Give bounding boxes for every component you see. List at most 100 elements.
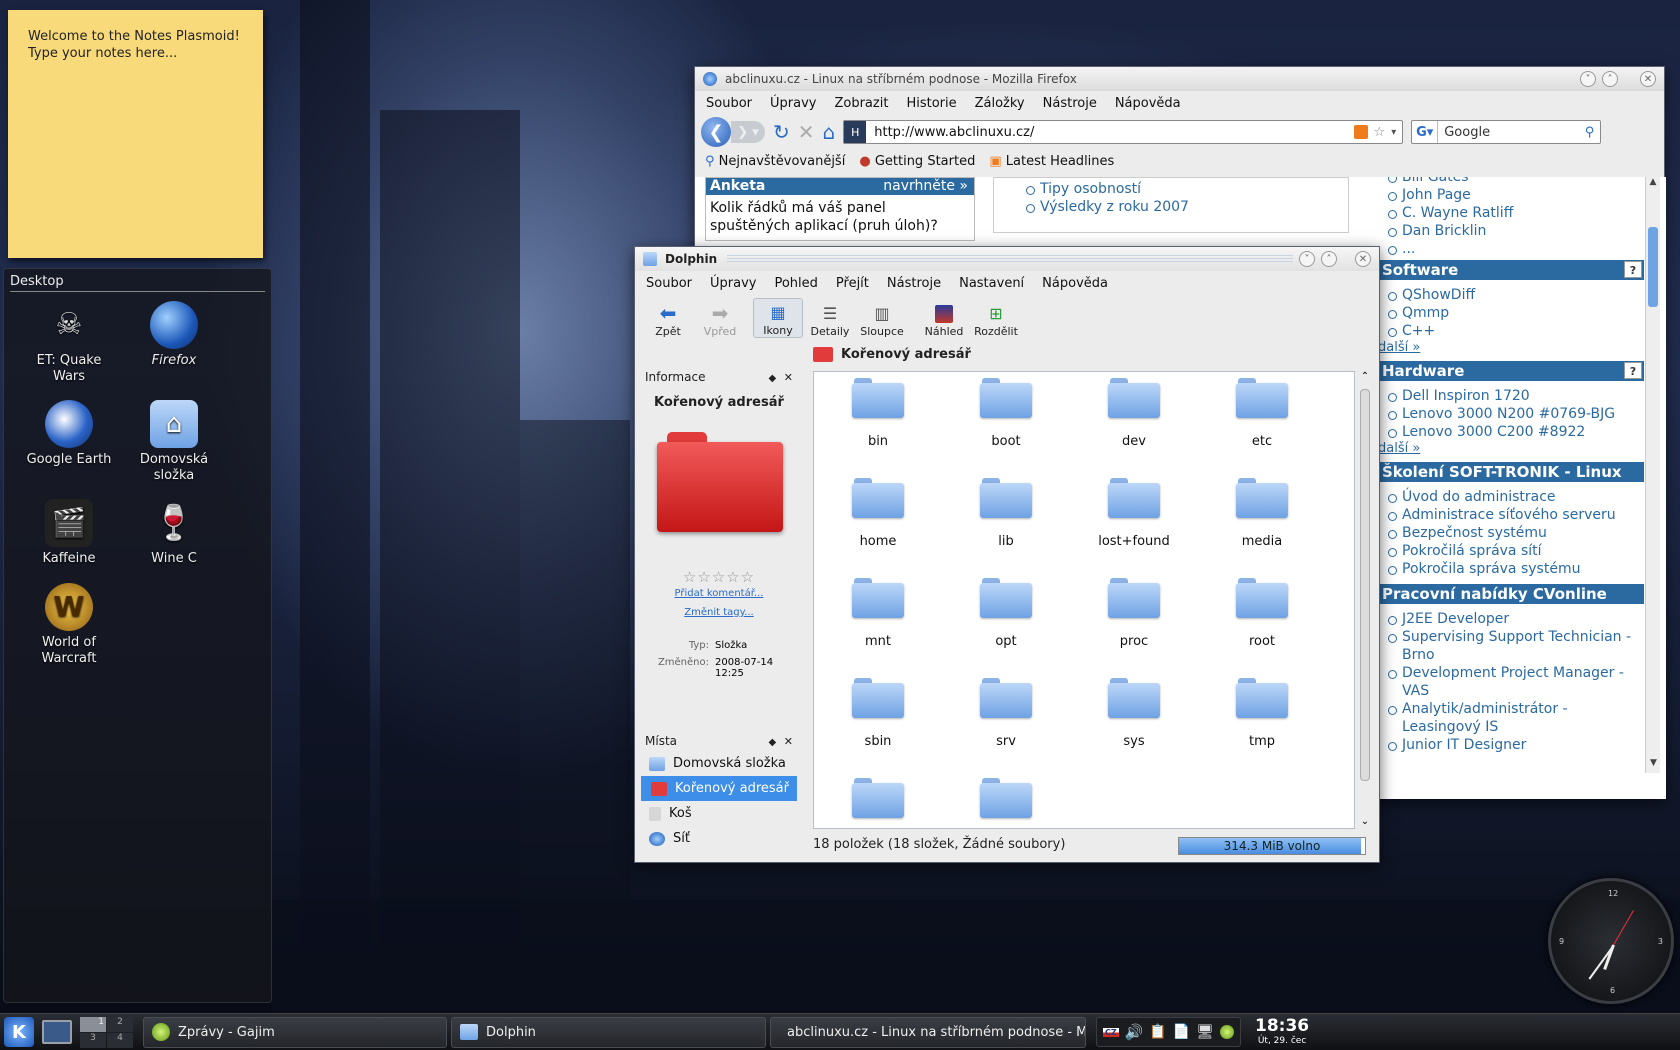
file-view[interactable]: bin boot dev etc home lib lost+found med… (813, 371, 1355, 829)
star-icon[interactable]: ☆ (1374, 125, 1386, 140)
folder-item[interactable]: opt (951, 576, 1061, 649)
url-text[interactable]: http://www.abclinuxu.cz/ (874, 125, 1353, 140)
scrollbar-thumb[interactable] (1360, 389, 1370, 781)
back-button[interactable]: ⬅ Zpět (643, 298, 693, 338)
location-bar[interactable]: Kořenový adresář (813, 343, 971, 365)
keyboard-layout-flag[interactable]: CZ (1103, 1027, 1119, 1037)
menu-pohled[interactable]: Pohled (765, 276, 826, 291)
search-icon[interactable]: ⚲ (1585, 125, 1595, 140)
location-text[interactable]: Kořenový adresář (841, 347, 971, 362)
folder-item[interactable]: home (823, 476, 933, 549)
gajim-tray-icon[interactable] (1220, 1025, 1235, 1039)
menu-nastroje[interactable]: Nástroje (878, 276, 950, 291)
folder-item[interactable]: mnt (823, 576, 933, 649)
show-desktop-icon[interactable] (42, 1020, 72, 1044)
desktop-icon-home-folder[interactable]: ⌂ Domovská složka (124, 400, 224, 484)
forward-button[interactable]: ➡ Vpřed (695, 298, 745, 338)
kickoff-menu-icon[interactable]: K (4, 1017, 34, 1047)
bookmark-most-visited[interactable]: ⚲ Nejnavštěvovanější (705, 154, 845, 169)
menu-nastaveni[interactable]: Nastavení (950, 276, 1033, 291)
folder-item[interactable]: bin (823, 376, 933, 449)
folder-item[interactable]: proc (1079, 576, 1189, 649)
notes-tray-icon[interactable]: 📄 (1173, 1024, 1190, 1040)
task-firefox[interactable]: abclinuxu.cz - Linux na stříbrném podnos… (770, 1016, 1086, 1048)
notes-line[interactable]: Type your notes here... (28, 45, 243, 62)
close-icon[interactable]: ✕ (784, 735, 793, 748)
folder-item[interactable]: boot (951, 376, 1061, 449)
display-icon[interactable]: 🖥 (1196, 1024, 1214, 1040)
change-tags-link[interactable]: Změnit tagy... (639, 607, 799, 618)
folder-item[interactable]: sbin (823, 676, 933, 749)
maximize-button[interactable]: ˄ (1321, 251, 1337, 267)
anketa-suggest-link[interactable]: navrhněte » (883, 178, 968, 195)
pager-desktop-2[interactable]: 2 (107, 1016, 133, 1032)
float-icon[interactable]: ◆ (768, 373, 776, 384)
scroll-down-icon[interactable]: ⌄ (1357, 816, 1373, 827)
columns-view-button[interactable]: ▥ Sloupce (857, 298, 907, 339)
search-box[interactable]: G▾ Google ⚲ (1411, 120, 1602, 144)
minimize-button[interactable]: ˅ (1580, 71, 1596, 87)
folder-item[interactable] (951, 776, 1061, 828)
menu-zalozky[interactable]: Záložky (966, 96, 1034, 111)
rating-stars[interactable]: ☆☆☆☆☆ (639, 568, 799, 586)
link-item[interactable]: Tipy osobností (1022, 180, 1348, 198)
folder-item[interactable]: tmp (1207, 676, 1317, 749)
pager-desktop-3[interactable]: 3 (80, 1032, 106, 1048)
url-dropdown-icon[interactable]: ▾ (1391, 127, 1396, 138)
folder-item[interactable]: root (1207, 576, 1317, 649)
folder-item[interactable] (823, 776, 933, 828)
preview-button[interactable]: Náhled (919, 298, 969, 338)
help-icon[interactable]: ? (1624, 261, 1642, 278)
menu-soubor[interactable]: Soubor (637, 276, 701, 291)
folder-item[interactable]: lost+found (1079, 476, 1189, 549)
anketa-question[interactable]: Kolik řádků má váš panel spuštěných apli… (706, 195, 974, 239)
desktop-icon-wine[interactable]: 🍷 Wine C (124, 499, 224, 567)
menu-prejit[interactable]: Přejít (827, 276, 878, 291)
reload-icon[interactable]: ↻ (773, 120, 790, 144)
desktop-icon-quake-wars[interactable]: ☠ ET: Quake Wars (19, 301, 119, 385)
bookmark-getting-started[interactable]: ● Getting Started (859, 154, 975, 169)
task-dolphin[interactable]: Dolphin (451, 1016, 766, 1048)
url-bar[interactable]: H http://www.abclinuxu.cz/ ☆ ▾ (843, 120, 1404, 144)
desktop-icon-firefox[interactable]: Firefox (124, 301, 224, 369)
dolphin-window[interactable]: Dolphin ˅ ˄ ✕ Soubor Úpravy Pohled Přejí… (634, 246, 1380, 863)
forward-button[interactable]: ❯ ▾ (731, 121, 765, 143)
scroll-up-icon[interactable]: ▲ (1646, 177, 1660, 192)
place-trash[interactable]: Koš (639, 801, 799, 826)
scrollbar-thumb[interactable] (1648, 227, 1658, 307)
add-comment-link[interactable]: Přidat komentář... (639, 588, 799, 599)
folder-item[interactable]: dev (1079, 376, 1189, 449)
desktop-icon-kaffeine[interactable]: 🎬 Kaffeine (19, 499, 119, 567)
scroll-down-icon[interactable]: ▼ (1646, 758, 1661, 773)
folder-item[interactable]: sys (1079, 676, 1189, 749)
folder-item[interactable]: media (1207, 476, 1317, 549)
analog-clock[interactable]: 12 3 6 9 (1548, 878, 1674, 1004)
menu-historie[interactable]: Historie (897, 96, 965, 111)
more-link[interactable]: další » (1378, 441, 1644, 456)
scroll-up-icon[interactable]: ⌃ (1357, 371, 1373, 382)
clipboard-icon[interactable]: 📋 (1149, 1024, 1166, 1040)
task-gajim[interactable]: Zprávy - Gajim (143, 1016, 447, 1048)
more-link[interactable]: další » (1378, 340, 1644, 355)
menu-soubor[interactable]: Soubor (697, 96, 761, 111)
volume-icon[interactable]: 🔊 (1125, 1023, 1144, 1041)
bookmark-latest-headlines[interactable]: ▣ Latest Headlines (989, 154, 1114, 169)
home-icon[interactable]: ⌂ (823, 120, 836, 144)
file-view-scrollbar[interactable]: ⌃ ⌄ (1357, 371, 1373, 829)
back-button[interactable]: ❮ (701, 117, 731, 147)
split-button[interactable]: ⊞ Rozdělit (971, 298, 1021, 339)
folder-item[interactable]: srv (951, 676, 1061, 749)
details-view-button[interactable]: ☰ Detaily (805, 298, 855, 339)
place-home[interactable]: Domovská složka (639, 751, 799, 776)
close-button[interactable]: ✕ (1640, 71, 1656, 87)
pager-desktop-4[interactable]: 4 (107, 1032, 133, 1048)
desktop-icon-wow[interactable]: W World of Warcraft (19, 583, 119, 667)
close-icon[interactable]: ✕ (784, 371, 793, 384)
folder-item[interactable]: etc (1207, 376, 1317, 449)
firefox-titlebar[interactable]: abclinuxu.cz - Linux na stříbrném podnos… (695, 67, 1664, 91)
help-icon[interactable]: ? (1624, 362, 1642, 379)
notes-widget[interactable]: Welcome to the Notes Plasmoid! Type your… (8, 10, 263, 258)
menu-upravy[interactable]: Úpravy (701, 276, 765, 291)
menu-napoveda[interactable]: Nápověda (1106, 96, 1190, 111)
minimize-button[interactable]: ˅ (1299, 251, 1315, 267)
